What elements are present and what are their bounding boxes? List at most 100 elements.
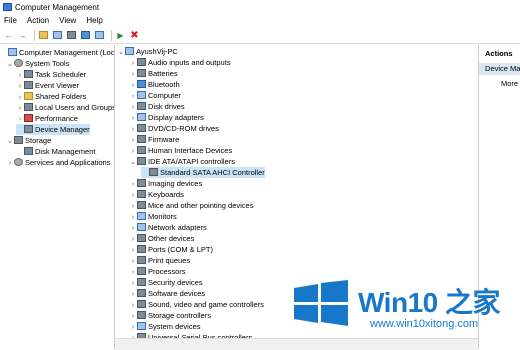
scan-hardware-icon[interactable]: ▶ — [115, 30, 126, 41]
device-tree-item[interactable]: › Sound, video and game controllers — [129, 299, 264, 310]
device-category-icon — [8, 48, 17, 56]
console-tree-item[interactable]: Disk Management — [16, 146, 95, 157]
device-tree-item[interactable]: › Other devices — [129, 233, 194, 244]
device-tree-label: IDE ATA/ATAPI controllers — [148, 157, 235, 166]
device-tree-label: Security devices — [148, 278, 203, 287]
device-tree-item[interactable]: › Imaging devices — [129, 178, 202, 189]
console-tree-label: Local Users and Groups — [35, 103, 115, 112]
device-tree-label: Storage controllers — [148, 311, 211, 320]
toolbar: ← → ▶ ✖ — [0, 27, 520, 44]
toolbar-divider — [34, 29, 35, 41]
device-tree-item[interactable]: › Display adapters — [129, 112, 204, 123]
device-tree-item[interactable]: › Monitors — [129, 211, 177, 222]
title-bar: Computer Management — [0, 0, 520, 14]
device-tree-item[interactable]: › System devices — [129, 321, 201, 332]
console-tree-label: Shared Folders — [35, 92, 87, 101]
device-category-icon — [149, 168, 158, 176]
device-category-icon — [137, 212, 146, 220]
uninstall-icon[interactable]: ✖ — [129, 30, 140, 41]
device-category-icon — [14, 136, 23, 144]
device-tree-item[interactable]: › Software devices — [129, 288, 205, 299]
console-tree-label: Computer Management (Local — [19, 48, 115, 57]
forward-icon[interactable]: → — [17, 30, 28, 41]
device-category-icon — [14, 158, 23, 166]
console-tree-label: Task Scheduler — [35, 70, 87, 79]
menu-help[interactable]: Help — [82, 16, 108, 25]
collapse-arrow-icon[interactable]: › — [6, 158, 14, 169]
device-tree-item[interactable]: › Human Interface Devices — [129, 145, 232, 156]
device-tree-label: Ports (COM & LPT) — [148, 245, 214, 254]
device-category-icon — [24, 81, 33, 89]
device-category-icon — [137, 234, 146, 242]
menu-action[interactable]: Action — [23, 16, 55, 25]
console-tree-item[interactable]: › Local Users and Groups — [16, 102, 115, 113]
device-tree-item[interactable]: › Batteries — [129, 68, 178, 79]
device-category-icon — [14, 59, 23, 67]
properties-icon[interactable] — [66, 30, 77, 41]
menu-file[interactable]: File — [0, 16, 23, 25]
device-category-icon — [24, 147, 33, 155]
device-tree-label: Print queues — [148, 256, 191, 265]
console-tree-item[interactable]: Device Manager — [16, 124, 90, 135]
help-icon[interactable] — [80, 30, 91, 41]
device-tree-label: DVD/CD-ROM drives — [148, 124, 219, 133]
console-tree-item[interactable]: › Shared Folders — [16, 91, 86, 102]
device-category-icon — [137, 190, 146, 198]
up-folder-icon[interactable] — [38, 30, 49, 41]
device-category-icon — [137, 146, 146, 154]
console-tree-label: Performance — [35, 114, 78, 123]
device-tree-item[interactable]: › Print queues — [129, 255, 190, 266]
device-category-icon — [24, 92, 33, 100]
device-category-icon — [24, 70, 33, 78]
device-category-icon — [24, 125, 33, 133]
console-tree-item[interactable]: › Performance — [16, 113, 78, 124]
actions-more-link[interactable]: More ... — [501, 79, 520, 88]
watermark: Win10 之家 www.win10xitong.com — [292, 278, 520, 349]
expand-arrow-icon[interactable]: ⌄ — [129, 157, 137, 168]
console-tree-item[interactable]: ⌄ System Tools — [6, 58, 69, 69]
expand-arrow-icon[interactable]: ⌄ — [6, 136, 14, 147]
show-hide-tree-icon[interactable] — [52, 30, 63, 41]
device-tree-item[interactable]: › Network adapters — [129, 222, 207, 233]
device-tree-label: Disk drives — [148, 102, 185, 111]
device-tree-item[interactable]: ⌄ AyushVij-PC — [117, 46, 178, 57]
device-tree-label: Display adapters — [148, 113, 204, 122]
console-tree-item[interactable]: › Task Scheduler — [16, 69, 86, 80]
device-tree-item[interactable]: ⌄ IDE ATA/ATAPI controllers — [129, 156, 235, 167]
actions-section-device-manager[interactable]: Device Manager — [479, 63, 520, 75]
expand-arrow-icon[interactable]: ⌄ — [117, 47, 125, 58]
device-tree-item[interactable]: › Storage controllers — [129, 310, 211, 321]
device-tree-label: Keyboards — [148, 190, 184, 199]
device-tree-item[interactable]: › Processors — [129, 266, 186, 277]
device-tree-item[interactable]: › Audio inputs and outputs — [129, 57, 231, 68]
device-tree-item[interactable]: Standard SATA AHCI Controller — [141, 167, 265, 178]
device-tree-label: Imaging devices — [148, 179, 203, 188]
device-tree-item[interactable]: › Ports (COM & LPT) — [129, 244, 213, 255]
device-category-icon — [137, 267, 146, 275]
device-tree-item[interactable]: › Security devices — [129, 277, 203, 288]
device-tree-item[interactable]: › Firmware — [129, 134, 179, 145]
device-category-icon — [125, 47, 134, 55]
console-tree-item[interactable]: › Event Viewer — [16, 80, 79, 91]
device-tree-item[interactable]: › DVD/CD-ROM drives — [129, 123, 219, 134]
device-tree-item[interactable]: › Disk drives — [129, 101, 185, 112]
watermark-title: Win10 之家 — [358, 287, 501, 318]
expand-arrow-icon[interactable]: ⌄ — [6, 59, 14, 70]
device-tree-item[interactable]: › Keyboards — [129, 189, 184, 200]
console-tree-item[interactable]: ⌄ Storage — [6, 135, 51, 146]
device-tree-item[interactable]: › Computer — [129, 90, 181, 101]
device-tree-label: Network adapters — [148, 223, 207, 232]
back-icon[interactable]: ← — [3, 30, 14, 41]
console-tree-item[interactable]: › Services and Applications — [6, 157, 110, 168]
menu-view[interactable]: View — [55, 16, 82, 25]
device-tree-item[interactable]: › Bluetooth — [129, 79, 180, 90]
device-tree-label: Firmware — [148, 135, 180, 144]
monitor-icon[interactable] — [94, 30, 105, 41]
console-tree-item[interactable]: Computer Management (Local — [0, 47, 115, 58]
console-tree-label: System Tools — [25, 59, 70, 68]
device-tree-label: Other devices — [148, 234, 195, 243]
device-tree-item[interactable]: › Mice and other pointing devices — [129, 200, 253, 211]
console-tree-label: Device Manager — [35, 125, 90, 134]
device-tree-label: Bluetooth — [148, 80, 180, 89]
device-category-icon — [137, 278, 146, 286]
